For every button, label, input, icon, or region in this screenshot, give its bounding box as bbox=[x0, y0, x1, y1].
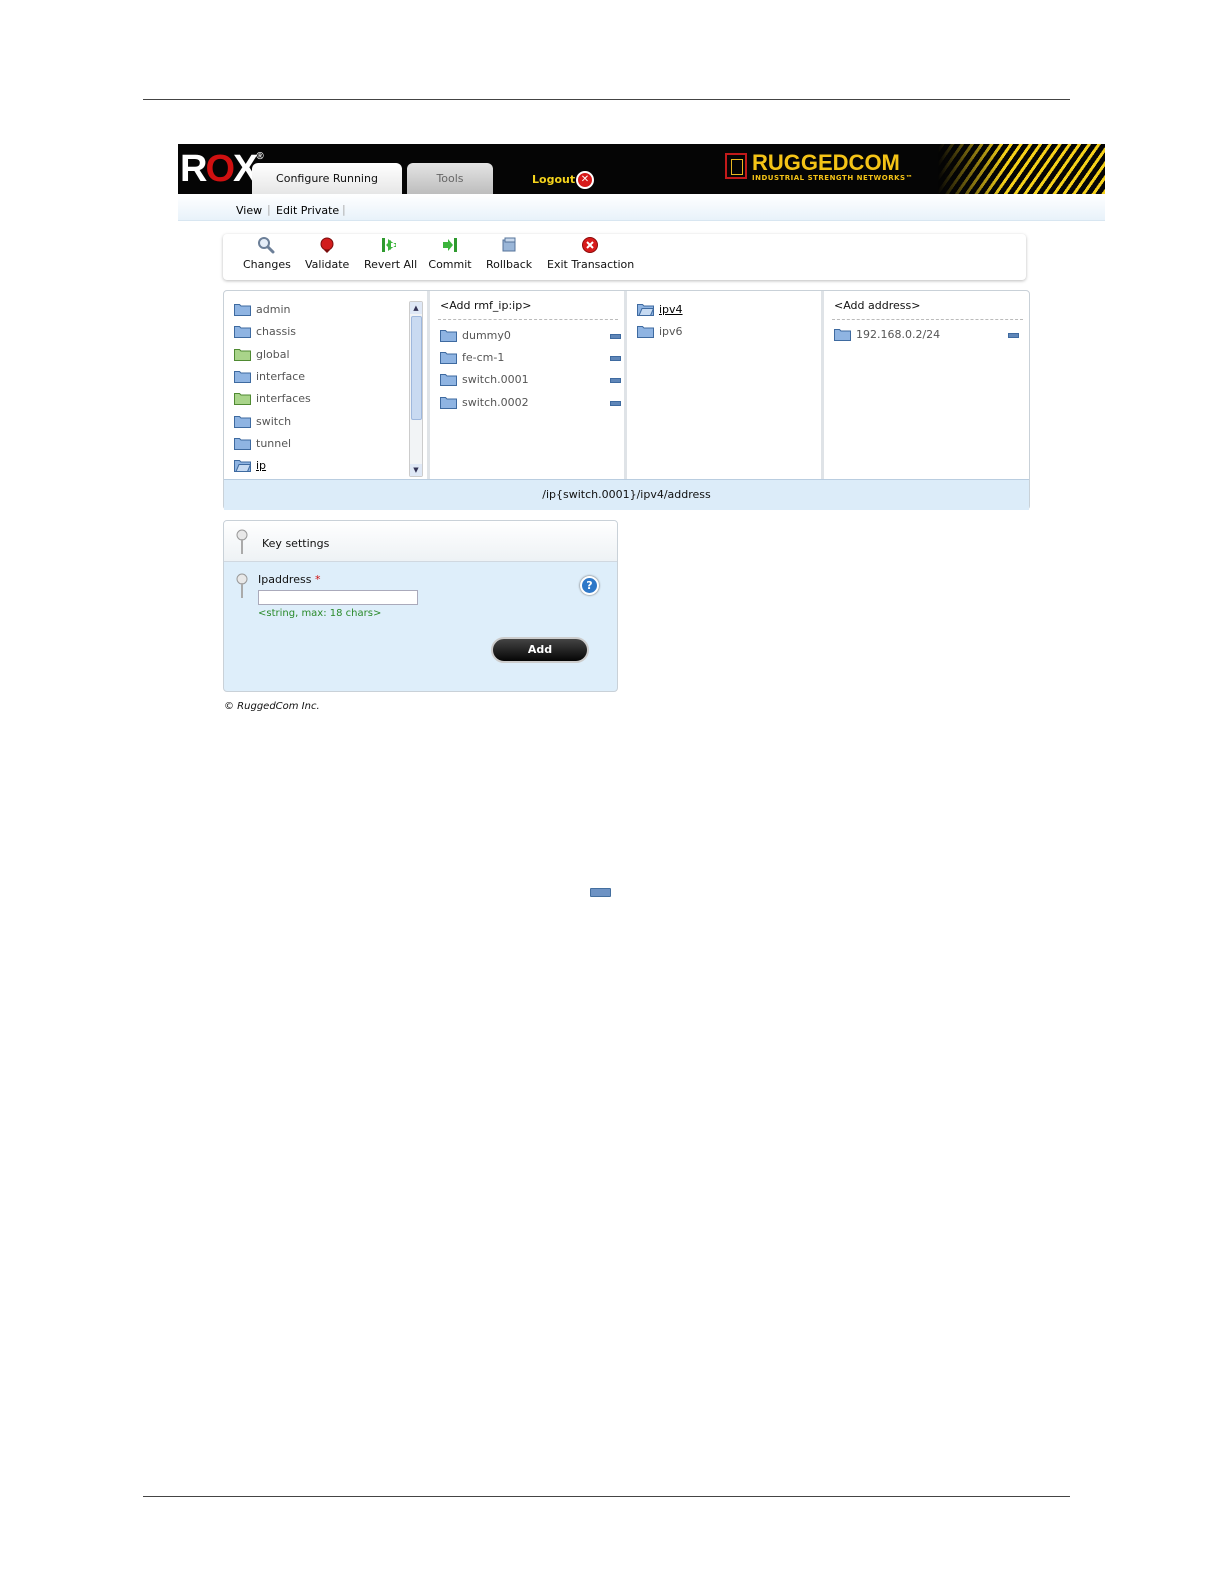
subnav-view[interactable]: View bbox=[236, 204, 262, 217]
delete-minus-icon bbox=[590, 888, 611, 897]
scroll-up-icon[interactable]: ▲ bbox=[410, 302, 422, 314]
folder-icon bbox=[234, 370, 251, 383]
folder-icon bbox=[234, 437, 251, 450]
tab-tools[interactable]: Tools bbox=[407, 163, 493, 194]
ipaddress-label: Ipaddress * bbox=[258, 573, 321, 586]
list-item[interactable]: ipv6 bbox=[637, 323, 683, 341]
required-marker: * bbox=[314, 573, 321, 586]
list-item[interactable]: tunnel bbox=[234, 435, 291, 453]
list-item[interactable]: switch bbox=[234, 413, 291, 431]
rox-web-ui: ROX® Configure Running Tools Logout ✕ RU… bbox=[178, 144, 1105, 719]
folder-icon bbox=[440, 329, 457, 342]
key-pin-icon bbox=[236, 573, 248, 598]
delete-minus-icon[interactable] bbox=[610, 356, 621, 361]
logout-link[interactable]: Logout bbox=[532, 173, 575, 186]
list-item[interactable]: 192.168.0.2/24 bbox=[834, 326, 940, 344]
folder-icon bbox=[637, 325, 654, 338]
list-item[interactable]: dummy0 bbox=[440, 327, 511, 345]
revert-icon bbox=[382, 238, 396, 252]
folder-icon bbox=[834, 328, 851, 341]
list-item[interactable]: admin bbox=[234, 301, 290, 319]
brand-tagline: INDUSTRIAL STRENGTH NETWORKS™ bbox=[752, 174, 914, 182]
folder-icon bbox=[440, 396, 457, 409]
page-top-rule bbox=[143, 99, 1070, 100]
key-settings-title: Key settings bbox=[262, 537, 330, 550]
hazard-stripes bbox=[938, 144, 1105, 194]
magnifier-icon bbox=[258, 237, 275, 254]
folder-open-icon bbox=[234, 459, 251, 472]
header-bar: ROX® Configure Running Tools Logout ✕ RU… bbox=[178, 144, 1105, 194]
ipaddress-hint: <string, max: 18 chars> bbox=[258, 608, 382, 619]
changes-button[interactable]: Changes bbox=[243, 234, 291, 280]
folder-icon bbox=[234, 303, 251, 316]
scroll-down-icon[interactable]: ▼ bbox=[410, 464, 422, 476]
rollback-icon bbox=[502, 237, 516, 252]
subnav-separator: | bbox=[267, 203, 271, 216]
subnav-edit-private[interactable]: Edit Private bbox=[276, 204, 339, 217]
revert-all-button[interactable]: Revert All bbox=[364, 234, 417, 280]
rollback-button[interactable]: Rollback bbox=[486, 234, 532, 280]
help-icon[interactable]: ? bbox=[580, 576, 599, 595]
ruggedcom-emblem-icon bbox=[725, 153, 747, 179]
rox-logo: ROX® bbox=[180, 148, 264, 190]
list-item-selected[interactable]: ipv4 bbox=[637, 301, 683, 319]
list-item[interactable]: interface bbox=[234, 368, 305, 386]
browser-column-root: admin chassis global interface interface… bbox=[224, 291, 430, 479]
ipaddress-input[interactable] bbox=[258, 590, 418, 605]
path-bar: /ip{switch.0001}/ipv4/address bbox=[224, 479, 1029, 510]
list-item[interactable]: switch.0001 bbox=[440, 371, 529, 389]
copyright: © RuggedCom Inc. bbox=[224, 701, 320, 712]
add-ip-link[interactable]: <Add rmf_ip:ip> bbox=[440, 299, 531, 312]
folder-icon bbox=[234, 415, 251, 428]
folder-green-icon bbox=[234, 392, 251, 405]
folder-icon bbox=[440, 351, 457, 364]
tab-configure-running[interactable]: Configure Running bbox=[252, 163, 402, 194]
validate-icon bbox=[320, 237, 334, 253]
browser-column-ip: <Add rmf_ip:ip> dummy0 fe-cm-1 switch.00… bbox=[430, 291, 627, 479]
ruggedcom-logo: RUGGEDCOM INDUSTRIAL STRENGTH NETWORKS™ bbox=[725, 150, 920, 186]
list-item[interactable]: fe-cm-1 bbox=[440, 349, 504, 367]
folder-icon bbox=[440, 373, 457, 386]
exit-transaction-button[interactable]: Exit Transaction bbox=[547, 234, 634, 280]
delete-minus-icon[interactable] bbox=[610, 401, 621, 406]
delete-minus-icon[interactable] bbox=[610, 334, 621, 339]
folder-icon bbox=[234, 325, 251, 338]
vertical-scrollbar[interactable]: ▲ ▼ bbox=[409, 301, 423, 477]
page-bottom-rule bbox=[143, 1496, 1070, 1497]
delete-minus-icon[interactable] bbox=[1008, 333, 1019, 338]
brand-name: RUGGEDCOM bbox=[752, 150, 900, 175]
commit-icon bbox=[443, 238, 457, 252]
delete-minus-icon[interactable] bbox=[610, 378, 621, 383]
browser-column-interface: ipv4 ipv6 bbox=[627, 291, 824, 479]
subnav-separator: | bbox=[342, 203, 346, 216]
add-address-link[interactable]: <Add address> bbox=[834, 299, 920, 312]
folder-green-icon bbox=[234, 348, 251, 361]
list-item[interactable]: switch.0002 bbox=[440, 394, 529, 412]
divider bbox=[832, 319, 1023, 320]
list-item[interactable]: chassis bbox=[234, 323, 296, 341]
config-browser: admin chassis global interface interface… bbox=[223, 290, 1030, 510]
commit-button[interactable]: Commit bbox=[428, 234, 472, 280]
key-settings-header: Key settings bbox=[224, 521, 617, 562]
exit-icon bbox=[582, 237, 598, 253]
list-item[interactable]: interfaces bbox=[234, 390, 311, 408]
add-button[interactable]: Add bbox=[491, 637, 589, 663]
logout-close-icon[interactable]: ✕ bbox=[576, 171, 594, 189]
browser-column-address: <Add address> 192.168.0.2/24 bbox=[824, 291, 1029, 479]
subnav: View | Edit Private | bbox=[178, 194, 1105, 221]
list-item-selected[interactable]: ip bbox=[234, 457, 266, 475]
key-settings-panel: Key settings Ipaddress * <string, max: 1… bbox=[223, 520, 618, 692]
key-pin-icon bbox=[236, 529, 248, 554]
scrollbar-thumb[interactable] bbox=[411, 316, 422, 420]
folder-open-icon bbox=[637, 303, 654, 316]
divider bbox=[438, 319, 618, 320]
validate-button[interactable]: Validate bbox=[305, 234, 349, 280]
toolbar: Changes Validate Revert All Commit Rollb… bbox=[223, 234, 1026, 280]
list-item[interactable]: global bbox=[234, 346, 290, 364]
